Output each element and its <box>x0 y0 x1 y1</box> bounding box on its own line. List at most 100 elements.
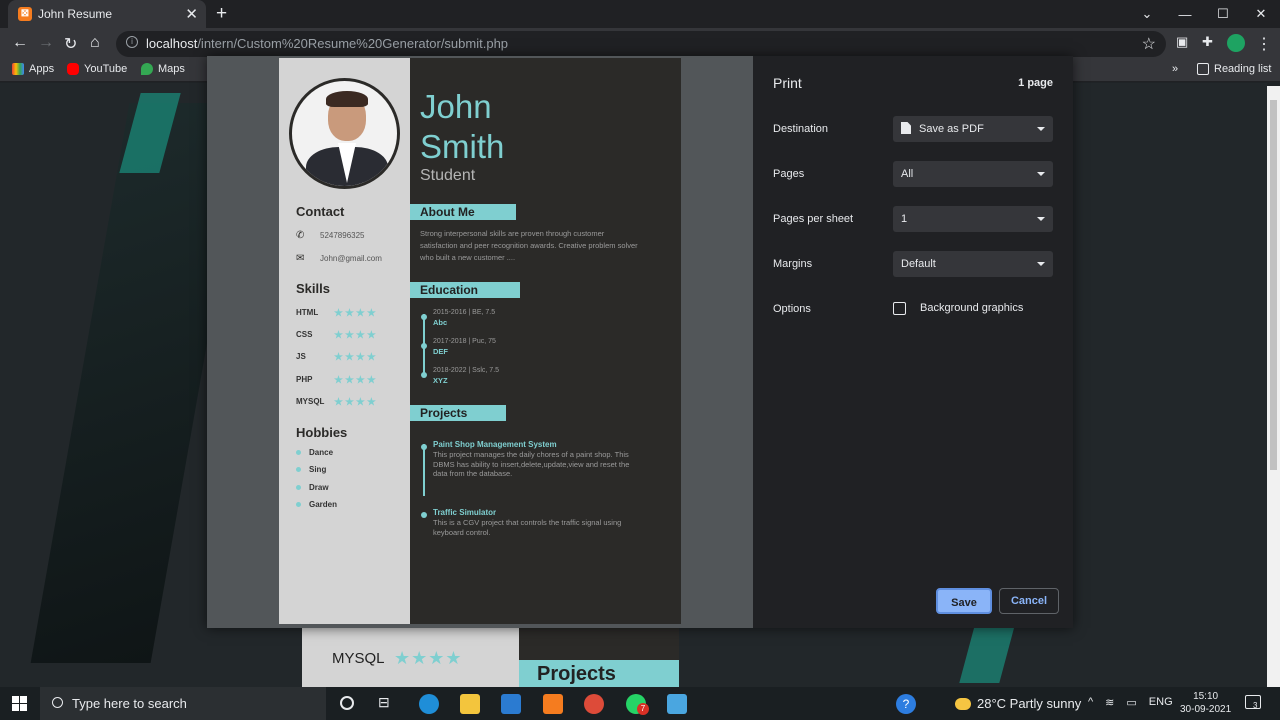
edge-icon[interactable] <box>419 694 439 714</box>
profile-avatar[interactable] <box>1227 34 1245 52</box>
url-text: localhost/intern/Custom%20Resume%20Gener… <box>146 36 509 51</box>
extensions-puzzle-icon[interactable]: ✚ <box>1202 34 1213 50</box>
contact-heading: Contact <box>296 204 345 219</box>
file-explorer-icon[interactable] <box>460 694 480 714</box>
wifi-icon[interactable]: ≋ <box>1105 696 1114 709</box>
project-title: Traffic Simulator <box>433 508 497 517</box>
chrome-icon[interactable] <box>584 694 604 714</box>
margins-select[interactable]: Default <box>893 251 1053 277</box>
search-icon <box>52 697 63 708</box>
maximize-icon[interactable]: ☐ <box>1204 6 1242 22</box>
back-icon[interactable]: ← <box>12 34 28 52</box>
clock-time: 15:10 <box>1193 691 1219 702</box>
task-view-icon[interactable]: ⊟ <box>378 694 390 711</box>
project-description: This project manages the daily chores of… <box>433 450 630 478</box>
clock-date: 30-09-2021 <box>1180 704 1232 715</box>
background-graphics-label[interactable]: Background graphics <box>920 302 1023 314</box>
resume-sheet: Contact ✆ 5247896325 ✉ John@gmail.com Skil… <box>279 58 681 624</box>
education-name: XYZ <box>433 376 448 385</box>
taskbar: Type here to search ⊟ 7 ? 28°C Partly su… <box>0 687 1280 720</box>
bookmarks-overflow-icon[interactable]: » <box>1172 63 1178 75</box>
hobby-item: Draw <box>296 483 329 492</box>
skill-row: HTML ★★★★ <box>296 308 378 319</box>
battery-icon[interactable]: ▭ <box>1126 696 1136 709</box>
reading-list-icon <box>1197 63 1209 75</box>
page-scrollbar[interactable] <box>1267 86 1280 687</box>
hobbies-heading: Hobbies <box>296 425 348 440</box>
tray-chevron-icon[interactable]: ^ <box>1088 696 1093 709</box>
phone-icon: ✆ <box>296 230 305 241</box>
xampp-icon[interactable] <box>543 694 563 714</box>
pages-per-sheet-select[interactable]: 1 <box>893 206 1053 232</box>
about-heading: About Me <box>410 204 516 220</box>
profile-dropdown-icon[interactable]: ⌄ <box>1128 6 1166 22</box>
new-tab-icon[interactable]: + <box>216 3 227 25</box>
bg-skill-label: MYSQL <box>332 650 385 667</box>
education-years: 2017-2018 | Puc, 75 <box>433 338 496 345</box>
windows-start-icon[interactable] <box>12 696 27 711</box>
star-rating: ★★★★ <box>334 308 378 319</box>
clock[interactable]: 15:10 30-09-2021 <box>1180 690 1231 716</box>
language-indicator[interactable]: ENG <box>1149 696 1173 709</box>
notification-center-icon[interactable]: 3 <box>1245 695 1261 710</box>
background-graphics-checkbox[interactable] <box>893 302 906 315</box>
star-rating: ★★★★ <box>334 397 378 408</box>
print-dialog: Contact ✆ 5247896325 ✉ John@gmail.com Skil… <box>207 56 1073 628</box>
options-label: Options <box>773 303 811 315</box>
tab-active[interactable]: ⊠ John Resume ✕ <box>8 0 206 28</box>
profile-photo <box>289 78 400 189</box>
site-info-icon[interactable]: i <box>126 36 138 48</box>
forward-icon[interactable]: → <box>38 34 54 52</box>
project-title: Paint Shop Management System <box>433 440 557 449</box>
home-icon[interactable]: ⌂ <box>90 34 100 52</box>
print-settings: Print 1 page Destination Save as PDF Pag… <box>753 56 1073 628</box>
close-tab-icon[interactable]: ✕ <box>185 5 198 23</box>
hobby-item: Garden <box>296 500 337 509</box>
reading-list-button[interactable]: Reading list <box>1197 63 1271 75</box>
skill-row: MYSQL ★★★★ <box>296 397 378 408</box>
skill-row: PHP ★★★★ <box>296 375 378 386</box>
close-window-icon[interactable]: ✕ <box>1242 6 1280 22</box>
reload-icon[interactable]: ↻ <box>64 34 77 54</box>
background-resume-peek: MYSQL ★★★★ Projects <box>302 628 679 688</box>
window-controls: ⌄ — ☐ ✕ <box>1128 0 1280 28</box>
skill-row: JS ★★★★ <box>296 352 378 363</box>
skills-heading: Skills <box>296 281 330 296</box>
projects-heading: Projects <box>410 405 506 421</box>
address-bar[interactable]: i localhost/intern/Custom%20Resume%20Gen… <box>116 31 1166 57</box>
bookmark-apps[interactable]: Apps <box>12 63 54 75</box>
education-years: 2015-2016 | BE, 7.5 <box>433 309 496 316</box>
dropdown-caret-icon <box>1037 262 1045 266</box>
youtube-icon <box>67 63 79 75</box>
education-years: 2018-2022 | Sslc, 7.5 <box>433 367 500 374</box>
whatsapp-icon[interactable]: 7 <box>626 694 649 715</box>
menu-kebab-icon[interactable]: ⋮ <box>1256 34 1272 54</box>
hobby-item: Sing <box>296 465 326 474</box>
project-description: This is a CGV project that controls the … <box>433 518 622 537</box>
resume-sidebar: Contact ✆ 5247896325 ✉ John@gmail.com Skil… <box>279 58 410 624</box>
contact-phone: ✆ 5247896325 <box>296 230 365 241</box>
bookmark-youtube[interactable]: YouTube <box>67 63 127 75</box>
maps-pin-icon <box>141 63 153 75</box>
taskbar-search[interactable]: Type here to search <box>40 687 326 720</box>
page-count: 1 page <box>1018 77 1053 89</box>
destination-label: Destination <box>773 123 829 135</box>
bookmark-star-icon[interactable]: ☆ <box>1142 34 1156 54</box>
apps-grid-icon <box>12 63 24 75</box>
role-title: Student <box>420 167 476 184</box>
vscode-icon[interactable] <box>501 694 521 714</box>
save-button[interactable]: Save <box>936 588 992 614</box>
education-name: Abc <box>433 318 448 327</box>
pages-label: Pages <box>773 168 805 180</box>
extension-icon[interactable]: ▣ <box>1176 34 1188 50</box>
pages-select[interactable]: All <box>893 161 1053 187</box>
help-icon[interactable]: ? <box>896 694 916 714</box>
minimize-icon[interactable]: — <box>1166 7 1204 22</box>
bookmark-maps[interactable]: Maps <box>141 63 185 75</box>
destination-select[interactable]: Save as PDF <box>893 116 1053 142</box>
weather-widget[interactable]: 28°C Partly sunny <box>955 696 1081 711</box>
photos-icon[interactable] <box>667 694 687 714</box>
print-title: Print <box>773 75 802 91</box>
cortana-icon[interactable] <box>340 696 354 710</box>
cancel-button[interactable]: Cancel <box>999 588 1059 614</box>
